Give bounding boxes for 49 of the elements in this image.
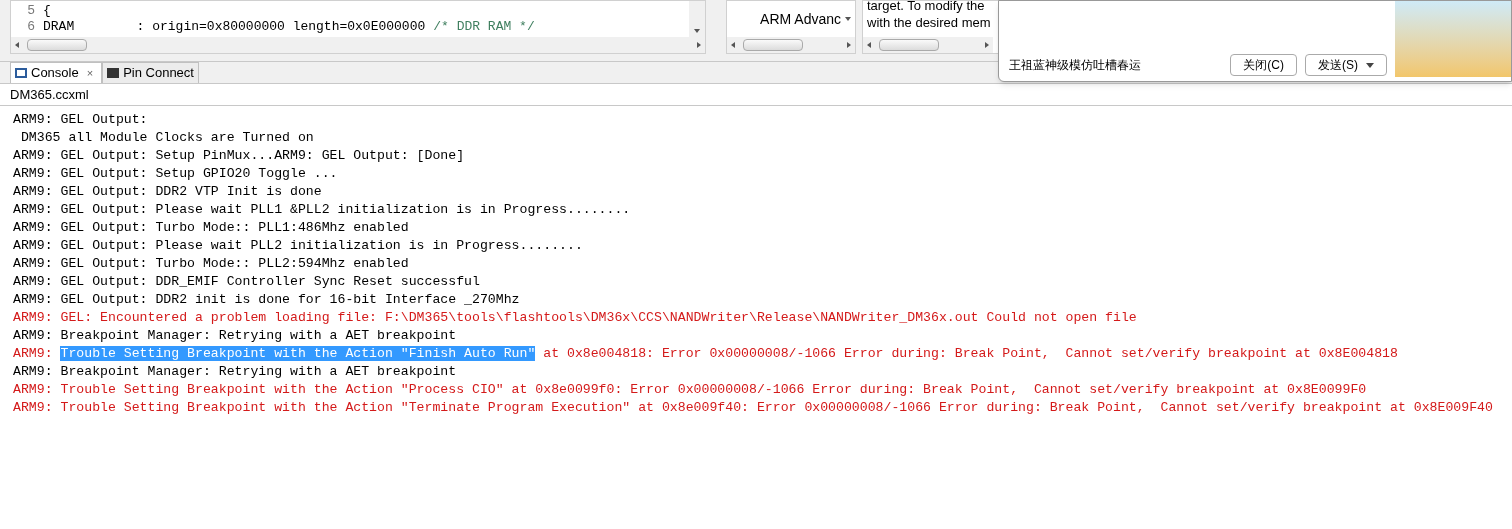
console-line: ARM9: Breakpoint Manager: Retrying with a AET breakpoint — [13, 363, 458, 381]
console-line: ARM9: GEL Output: Please wait PLL2 initialization is in Progress........ — [13, 237, 584, 255]
monitor-icon — [15, 68, 27, 78]
console-line: ARM9: Trouble Setting Breakpoint with the Action "Finish Auto Run" at 0x8e004818: Error 0x00000008/-1066 Error during: Break Point, Cannot set/verify breakpoint at 0x8E004818 — [13, 345, 1399, 363]
send-button[interactable]: 发送(S) — [1305, 54, 1387, 76]
console-line: ARM9: GEL Output: DDR2 VTP Init is done — [13, 183, 323, 201]
console-line: ARM9: GEL Output: Setup PinMux...ARM9: GEL Output: [Done] — [13, 147, 466, 165]
panel-text: ARM Advanc — [760, 9, 841, 29]
scroll-right-icon[interactable] — [985, 42, 989, 48]
vertical-scrollbar[interactable] — [689, 1, 705, 37]
console-line: ARM9: GEL Output: DDR2 init is done for 16-bit Interface _270Mhz — [13, 291, 521, 309]
line-number: 6 — [26, 19, 36, 35]
close-button[interactable]: 关闭(C) — [1230, 54, 1297, 76]
scroll-left-icon[interactable] — [731, 42, 735, 48]
code-comment: /* DDR RAM */ — [432, 19, 535, 35]
close-icon[interactable]: × — [82, 64, 98, 82]
code-text: DRAM : origin=0x80000000 length=0x0E000000 — [42, 19, 426, 35]
scrollbar-thumb[interactable] — [743, 39, 803, 51]
scrollbar-thumb[interactable] — [879, 39, 939, 51]
scrollbar-thumb[interactable] — [27, 39, 87, 51]
console-line: ARM9: GEL Output: DDR_EMIF Controller Sync Reset successful — [13, 273, 481, 291]
console-line: ARM9: GEL Output: — [13, 111, 149, 129]
console-line: ARM9: GEL Output: Turbo Mode:: PLL2:594Mhz enabled — [13, 255, 410, 273]
line-number: 5 — [26, 3, 36, 19]
code-text: { — [42, 3, 51, 19]
horizontal-scrollbar[interactable] — [727, 37, 855, 53]
console-line: ARM9: Trouble Setting Breakpoint with the Action "Terminate Program Execution" at 0x8e009f40: Error 0x00000008/-1066 Error during: Break Point, Cannot set/verify breakpoint at 0x8E009F40 — [13, 399, 1494, 417]
console-line: ARM9: GEL: Encountered a problem loading file: F:\DM365\tools\flashtools\DM36x\CCS\NANDWriter\Release\NANDWriter_DM36x.out Could not open file — [13, 309, 1138, 327]
tab[interactable]: Pin Connect — [102, 62, 199, 83]
console-line: ARM9: GEL Output: Setup GPIO20 Toggle ... — [13, 165, 339, 183]
scroll-down-icon[interactable] — [694, 29, 700, 33]
tab[interactable]: Console × — [10, 62, 103, 83]
console-line: DM365 all Module Clocks are Turned on — [19, 129, 315, 147]
console-line: ARM9: Trouble Setting Breakpoint with the Action "Process CIO" at 0x8e0099f0: Error 0x00000008/-1066 Error during: Break Point, Cannot set/verify breakpoint at 0x8E0099F0 — [13, 381, 1368, 399]
description-text: target. To modify the — [867, 0, 986, 14]
dropdown-caret-icon[interactable] — [845, 17, 851, 21]
scroll-left-icon[interactable] — [867, 42, 871, 48]
horizontal-scrollbar[interactable] — [11, 37, 705, 53]
console-line: ARM9: GEL Output: Turbo Mode:: PLL1:486Mhz enabled — [13, 219, 410, 237]
console-line: ARM9: GEL Output: Please wait PLL1 &PLL2 initialization is in Progress........ — [13, 201, 632, 219]
caret-icon — [1366, 62, 1374, 68]
scroll-left-icon[interactable] — [15, 42, 19, 48]
console-line: ARM9: Breakpoint Manager: Retrying with a AET breakpoint — [13, 327, 458, 345]
scroll-right-icon[interactable] — [697, 42, 701, 48]
horizontal-scrollbar[interactable] — [863, 37, 993, 53]
scroll-right-icon[interactable] — [847, 42, 851, 48]
console-title: DM365.ccxml — [10, 85, 89, 104]
description-text: with the desired mem — [867, 14, 992, 31]
notification-headline[interactable]: 王祖蓝神级模仿吐槽春运 — [1009, 56, 1141, 76]
